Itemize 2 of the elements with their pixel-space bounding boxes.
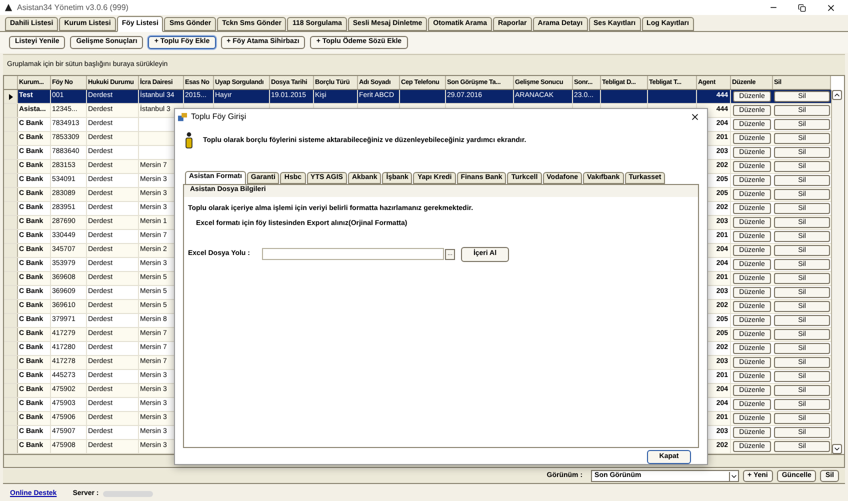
dialog-title: Toplu Föy Girişi xyxy=(191,111,246,124)
window-title: Asistan34 Yönetim v3.0.6 (999) xyxy=(17,2,128,14)
